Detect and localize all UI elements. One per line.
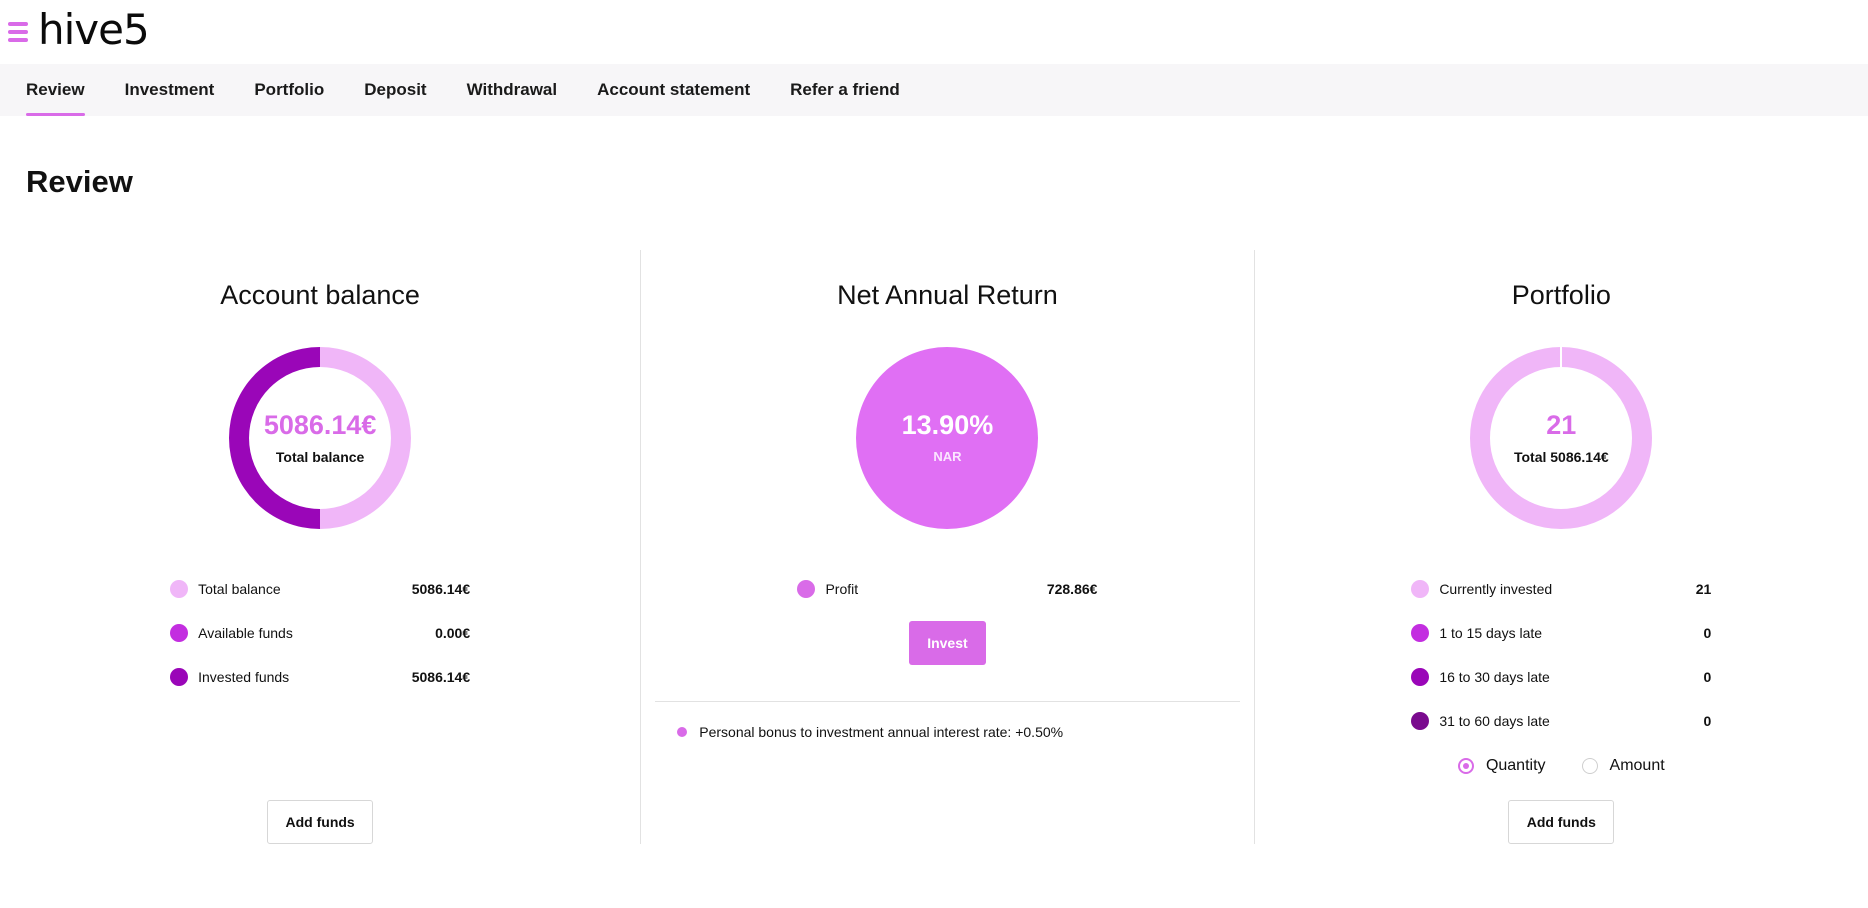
legend-row: Invested funds 5086.14€ bbox=[170, 655, 470, 699]
nar-label: NAR bbox=[933, 449, 962, 464]
legend-dot-mid bbox=[170, 624, 189, 642]
dashboard-cards: Account balance 5086.14€ Total balance T… bbox=[0, 250, 1868, 844]
main-nav: Review Investment Portfolio Deposit With… bbox=[0, 64, 1868, 116]
nar-circle: 13.90% NAR bbox=[854, 345, 1040, 531]
nar-center: 13.90% NAR bbox=[854, 345, 1040, 531]
add-funds-button[interactable]: Add funds bbox=[1508, 800, 1615, 844]
legend-dot-darkest bbox=[1411, 712, 1430, 730]
legend-row: Currently invested 21 bbox=[1411, 567, 1711, 611]
portfolio-legend: Currently invested 21 1 to 15 days late … bbox=[1411, 567, 1711, 743]
legend-row: Total balance 5086.14€ bbox=[170, 567, 470, 611]
legend-label: Profit bbox=[825, 581, 859, 597]
legend-label: 16 to 30 days late bbox=[1439, 669, 1550, 685]
radio-quantity-circle[interactable] bbox=[1457, 758, 1474, 774]
top-bar: hive5 bbox=[0, 0, 1868, 64]
bonus-row: Personal bonus to investment annual inte… bbox=[677, 724, 1253, 740]
legend-label: Available funds bbox=[198, 625, 293, 641]
total-balance-label: Total balance bbox=[275, 448, 365, 465]
legend-label: 31 to 60 days late bbox=[1439, 713, 1550, 729]
legend-label: 1 to 15 days late bbox=[1439, 625, 1543, 641]
legend-value: 5086.14€ bbox=[411, 581, 471, 597]
radio-amount-label: Amount bbox=[1609, 757, 1665, 774]
radio-quantity[interactable]: Quantity bbox=[1457, 757, 1546, 775]
legend-label: Currently invested bbox=[1439, 581, 1553, 597]
account-balance-center: 5086.14€ Total balance bbox=[227, 345, 413, 531]
divider-line bbox=[655, 701, 1240, 702]
radio-quantity-label: Quantity bbox=[1485, 757, 1546, 774]
legend-row: Available funds 0.00€ bbox=[170, 611, 470, 655]
nav-item-investment[interactable]: Investment bbox=[125, 64, 215, 116]
net-annual-return-card: Net Annual Return 13.90% NAR Profit 728.… bbox=[641, 250, 1255, 844]
nar-legend: Profit 728.86€ bbox=[797, 567, 1097, 611]
nav-item-portfolio[interactable]: Portfolio bbox=[254, 64, 324, 116]
nav-item-account-statement[interactable]: Account statement bbox=[597, 64, 750, 116]
invest-button[interactable]: Invest bbox=[908, 621, 986, 665]
legend-dot-dark bbox=[170, 668, 189, 686]
nav-item-review[interactable]: Review bbox=[26, 64, 85, 116]
portfolio-total-label: Total 5086.14€ bbox=[1513, 448, 1609, 465]
net-annual-return-title: Net Annual Return bbox=[837, 280, 1058, 310]
portfolio-view-toggle: Quantity Amount bbox=[1255, 749, 1868, 783]
nav-item-withdrawal[interactable]: Withdrawal bbox=[467, 64, 558, 116]
account-balance-donut: 5086.14€ Total balance bbox=[227, 345, 413, 531]
portfolio-center: 21 Total 5086.14€ bbox=[1468, 345, 1654, 531]
legend-label: Invested funds bbox=[198, 669, 290, 685]
legend-value: 0 bbox=[1703, 625, 1712, 641]
radio-amount[interactable]: Amount bbox=[1581, 757, 1665, 775]
legend-row: 16 to 30 days late 0 bbox=[1411, 655, 1711, 699]
legend-dot-dark bbox=[1411, 668, 1430, 686]
portfolio-card: Portfolio 21 Total 5086.14€ Currently in… bbox=[1255, 250, 1868, 844]
legend-dot-light bbox=[170, 580, 189, 598]
nar-value: 13.90% bbox=[901, 410, 994, 440]
total-balance-value: 5086.14€ bbox=[263, 409, 377, 440]
nav-item-deposit[interactable]: Deposit bbox=[364, 64, 426, 116]
account-balance-legend: Total balance 5086.14€ Available funds 0… bbox=[170, 567, 470, 699]
legend-value: 5086.14€ bbox=[411, 669, 471, 685]
legend-label: Total balance bbox=[198, 581, 281, 597]
legend-dot-mid bbox=[1411, 624, 1430, 642]
portfolio-title: Portfolio bbox=[1511, 280, 1611, 310]
legend-row: 1 to 15 days late 0 bbox=[1411, 611, 1711, 655]
radio-amount-circle[interactable] bbox=[1581, 758, 1598, 774]
legend-row: Profit 728.86€ bbox=[797, 567, 1097, 611]
legend-value: 0 bbox=[1703, 713, 1712, 729]
account-balance-title: Account balance bbox=[220, 280, 420, 310]
account-balance-card: Account balance 5086.14€ Total balance T… bbox=[0, 250, 642, 844]
add-funds-button[interactable]: Add funds bbox=[267, 800, 374, 844]
legend-dot-light bbox=[1411, 580, 1430, 598]
legend-dot-accent bbox=[797, 580, 816, 598]
logo[interactable]: hive5 bbox=[38, 9, 150, 51]
legend-row: 31 to 60 days late 0 bbox=[1411, 699, 1711, 743]
portfolio-donut: 21 Total 5086.14€ bbox=[1468, 345, 1654, 531]
hamburger-menu-icon[interactable] bbox=[8, 22, 28, 42]
legend-value: 728.86€ bbox=[1046, 581, 1098, 597]
portfolio-count-value: 21 bbox=[1546, 409, 1577, 440]
nav-item-refer-a-friend[interactable]: Refer a friend bbox=[790, 64, 900, 116]
legend-value: 21 bbox=[1695, 581, 1712, 597]
bonus-text: Personal bonus to investment annual inte… bbox=[699, 724, 1064, 740]
legend-value: 0 bbox=[1703, 669, 1712, 685]
page-title: Review bbox=[26, 164, 133, 199]
bonus-dot bbox=[677, 727, 688, 737]
legend-value: 0.00€ bbox=[435, 625, 471, 641]
